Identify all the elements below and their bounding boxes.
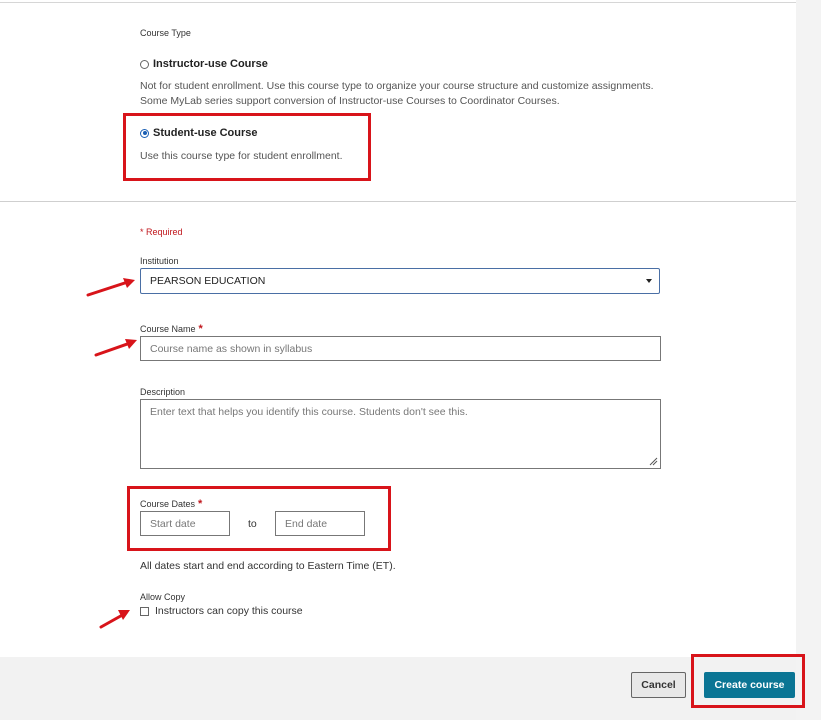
section-divider [0, 201, 796, 202]
highlight-course-dates [127, 486, 391, 551]
cancel-button[interactable]: Cancel [631, 672, 686, 698]
annotation-arrow-icon [94, 339, 137, 357]
page-gutter [796, 0, 821, 720]
allow-copy-checkbox[interactable] [140, 606, 149, 616]
institution-select[interactable]: PEARSON EDUCATION [140, 268, 660, 294]
radio-button[interactable] [140, 59, 149, 69]
allow-copy-label: Allow Copy [140, 592, 186, 602]
allow-copy-checkbox-row[interactable]: Instructors can copy this course [140, 605, 303, 617]
course-type-heading: Course Type [140, 28, 191, 38]
required-note: * Required [140, 227, 183, 237]
required-star: * [198, 323, 203, 335]
instructor-use-help: Not for student enrollment. Use this cou… [140, 80, 654, 107]
course-name-label: Course Name * [140, 323, 203, 335]
institution-value: PEARSON EDUCATION [150, 275, 266, 287]
allow-copy-checkbox-label: Instructors can copy this course [155, 605, 303, 617]
dropdown-caret-icon [646, 279, 652, 283]
description-placeholder: Enter text that helps you identify this … [150, 406, 468, 418]
institution-label: Institution [140, 256, 179, 266]
radio-label-instructor-use: Instructor-use Course [153, 58, 268, 70]
description-label: Description [140, 387, 186, 397]
course-name-label-text: Course Name [140, 324, 196, 334]
top-divider [0, 2, 796, 3]
highlight-student-use [123, 113, 371, 181]
annotation-arrow-icon [86, 278, 135, 297]
course-name-placeholder: Course name as shown in syllabus [150, 343, 313, 355]
radio-instructor-use[interactable]: Instructor-use Course [140, 58, 268, 70]
resize-handle-icon[interactable] [648, 456, 658, 466]
timezone-note: All dates start and end according to Eas… [140, 560, 396, 572]
course-name-input[interactable]: Course name as shown in syllabus [140, 336, 661, 361]
annotation-arrow-icon [99, 610, 130, 629]
highlight-create-course [691, 654, 805, 708]
description-textarea[interactable]: Enter text that helps you identify this … [140, 399, 661, 469]
